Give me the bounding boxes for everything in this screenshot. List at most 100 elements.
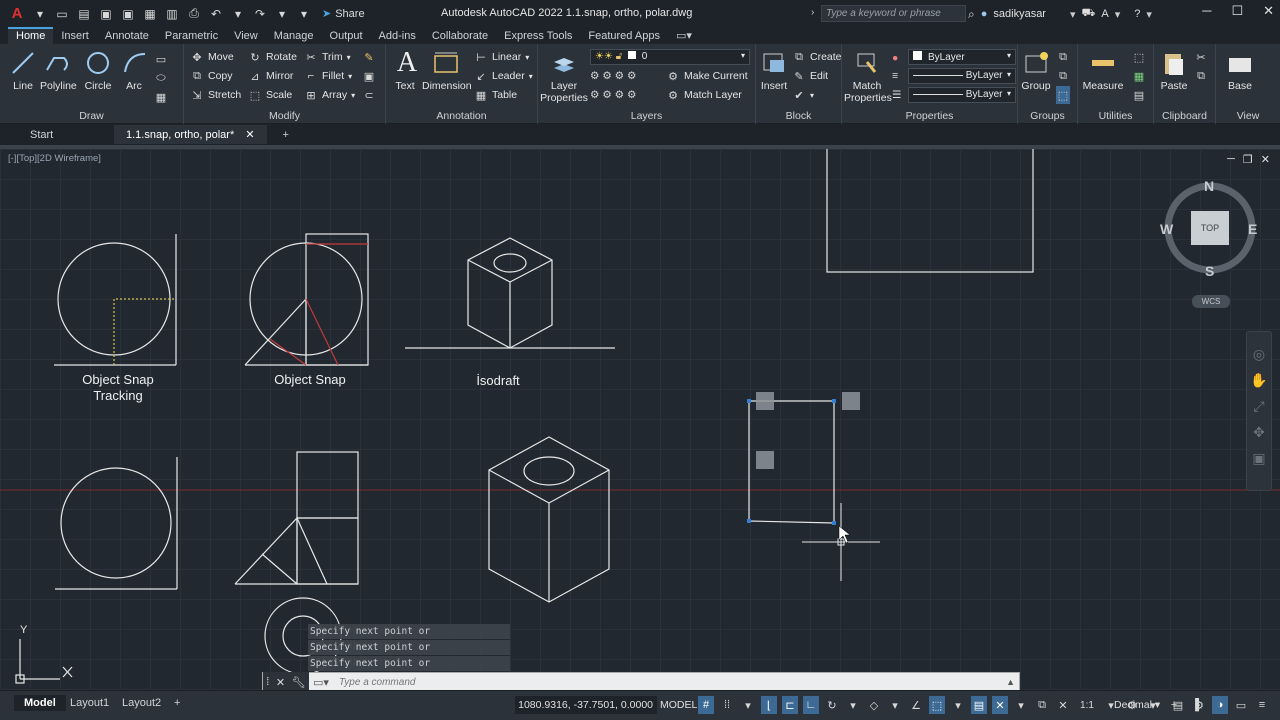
isolate-objects-icon[interactable]: ◑ [1212, 696, 1228, 714]
undo-dropdown-icon[interactable]: ▾ [228, 4, 248, 24]
rotate-button[interactable]: ↻ Rotate [248, 48, 297, 66]
polar-tracking-icon[interactable]: ↻ [824, 696, 840, 714]
layout-tab-model[interactable]: Model [14, 695, 66, 711]
pan-icon[interactable]: ✋ [1247, 372, 1271, 398]
snap-mode-icon[interactable]: ⁞⁞ [719, 696, 735, 714]
clean-screen-icon[interactable]: ▭ [1233, 696, 1249, 714]
color-dropdown[interactable]: ByLayer ▾ [908, 49, 1016, 65]
open-web-icon[interactable]: ▦ [140, 4, 160, 24]
cut-button[interactable]: ✂ [1194, 48, 1208, 66]
dropdown-arrow-icon[interactable]: ▾ [1115, 8, 1121, 21]
tab-insert[interactable]: Insert [53, 29, 97, 44]
transparency-icon[interactable]: ✕ [992, 696, 1008, 714]
infer-constraints-icon[interactable]: ⌊ [761, 696, 777, 714]
erase-button[interactable]: ✎ [362, 48, 376, 66]
object-snap-icon[interactable]: ⬚ [929, 696, 945, 714]
region-tool[interactable]: ▦ [154, 88, 168, 106]
linetype-icon[interactable]: ☰ [892, 86, 901, 104]
save-icon[interactable]: ▣ [96, 4, 116, 24]
redo-icon[interactable]: ↷ [250, 4, 270, 24]
object-snap-tracking-icon[interactable]: ∠ [908, 696, 924, 714]
hatch-tool[interactable]: ⬭ [154, 69, 168, 87]
help-icon[interactable]: ? [1134, 8, 1140, 20]
group-button[interactable]: Group [1020, 48, 1052, 92]
array-button[interactable]: ⊞ Array ▾ [304, 86, 355, 104]
match-layer-button[interactable]: ⚙ Match Layer [666, 86, 742, 104]
minimize-icon[interactable]: ─ [1202, 3, 1211, 19]
leader-dropdown-icon[interactable]: ▾ [529, 72, 533, 81]
select-all-button[interactable]: ▦ [1132, 67, 1146, 85]
linear-button[interactable]: ⊢ Linear ▾ [474, 48, 529, 66]
copy-button[interactable]: ⧉ Copy [190, 67, 232, 85]
dynamic-input-icon[interactable]: ⊏ [782, 696, 798, 714]
close-tab-icon[interactable]: ✕ [245, 129, 254, 141]
layers-panel-title[interactable]: Layers [538, 110, 755, 122]
clipboard-panel-title[interactable]: Clipboard [1154, 110, 1215, 122]
grid-icon[interactable]: # [698, 696, 714, 714]
edit-block-button[interactable]: ✎ Edit [792, 67, 828, 85]
undo-icon[interactable]: ↶ [206, 4, 226, 24]
close-command-line-icon[interactable]: ✕ [276, 676, 285, 689]
text-button[interactable]: A Text [392, 47, 418, 92]
grip-handle-icon[interactable]: ⁞ [266, 676, 269, 688]
circle-button[interactable]: Circle [83, 48, 113, 92]
move-button[interactable]: ✥ Move [190, 48, 233, 66]
scale-button[interactable]: ⬚ Scale [248, 86, 292, 104]
annotation-panel-title[interactable]: Annotation [386, 110, 537, 122]
arc-button[interactable]: Arc [120, 48, 148, 92]
user-dropdown-icon[interactable]: ▾ [1070, 8, 1076, 21]
viewcube[interactable]: N S E W TOP [1160, 178, 1260, 279]
new-file-icon[interactable]: ▭ [52, 4, 72, 24]
customize-toolbar-icon[interactable]: ▾ [294, 4, 314, 24]
save-web-icon[interactable]: ▥ [162, 4, 182, 24]
dropdown-arrow-icon[interactable]: ▾ [30, 4, 50, 24]
color-wheel-icon[interactable]: ● [892, 49, 898, 67]
trim-dropdown-icon[interactable]: ▾ [347, 53, 351, 62]
lineweight-dropdown[interactable]: ByLayer ▾ [908, 68, 1016, 84]
array-dropdown-icon[interactable]: ▾ [351, 91, 355, 100]
view-panel-title[interactable]: View [1216, 110, 1280, 122]
plot-icon[interactable]: ⎙ [184, 4, 204, 24]
offset-button[interactable]: ⊂ [362, 86, 376, 104]
viewcube-top-face[interactable]: TOP [1191, 211, 1229, 245]
ribbon-display-toggle-icon[interactable]: ▭▾ [668, 28, 700, 44]
units-dropdown[interactable]: Decimal ▾ [1114, 699, 1160, 711]
search-icon[interactable]: ⌕ [968, 7, 975, 22]
layer-properties-button[interactable]: Layer Properties [540, 48, 588, 104]
attribute-dropdown-icon[interactable]: ▾ [810, 91, 814, 100]
stretch-button[interactable]: ⇲ Stretch [190, 86, 241, 104]
new-tab-plus-icon[interactable]: + [271, 126, 301, 144]
viewcube-west[interactable]: W [1160, 221, 1173, 237]
redo-dropdown-icon[interactable]: ▾ [272, 4, 292, 24]
drawing-tab[interactable]: 1.1.snap, ortho, polar* ✕ [114, 125, 267, 144]
showmotion-icon[interactable]: ▣ [1247, 450, 1271, 476]
save-as-icon[interactable]: ▣ [118, 4, 138, 24]
user-name[interactable]: sadikyasar [993, 8, 1046, 20]
base-view-button[interactable]: Base [1224, 48, 1256, 92]
fillet-dropdown-icon[interactable]: ▾ [348, 72, 352, 81]
open-folder-icon[interactable]: ▤ [74, 4, 94, 24]
measure-button[interactable]: Measure [1082, 48, 1124, 92]
viewcube-north[interactable]: N [1204, 178, 1214, 194]
cart-icon[interactable]: ⛟ [1082, 7, 1096, 21]
linetype-dropdown[interactable]: ByLayer ▾ [908, 87, 1016, 103]
group-edit-button[interactable]: ⧉ [1056, 67, 1070, 85]
line-button[interactable]: Line [8, 48, 38, 92]
isodraft-icon[interactable]: ◇ [866, 696, 882, 714]
lineweight-display-icon[interactable]: ▤ [971, 696, 987, 714]
fillet-button[interactable]: ⌐ Fillet ▾ [304, 67, 352, 85]
utilities-panel-title[interactable]: Utilities [1078, 110, 1153, 122]
navigation-bar[interactable]: ◎ ✋ ⤢ ✥ ▣ [1246, 331, 1272, 491]
recent-commands-icon[interactable]: ▭▾ [309, 676, 333, 689]
model-space-toggle[interactable]: MODEL [660, 699, 697, 711]
dimension-button[interactable]: Dimension [422, 48, 472, 92]
add-layout-plus-icon[interactable]: + [164, 695, 190, 711]
modify-panel-title[interactable]: Modify [184, 110, 385, 122]
command-line-up-arrow-icon[interactable]: ▲ [1006, 677, 1019, 687]
tab-parametric[interactable]: Parametric [157, 29, 226, 44]
viewcube-east[interactable]: E [1248, 221, 1257, 237]
chevron-right-icon[interactable]: › [811, 7, 814, 18]
block-attribute-button[interactable]: ✔ ▾ [792, 86, 814, 104]
mirror-button[interactable]: ⊿ Mirror [248, 67, 293, 85]
rectangle-tool[interactable]: ▭ [154, 50, 168, 68]
